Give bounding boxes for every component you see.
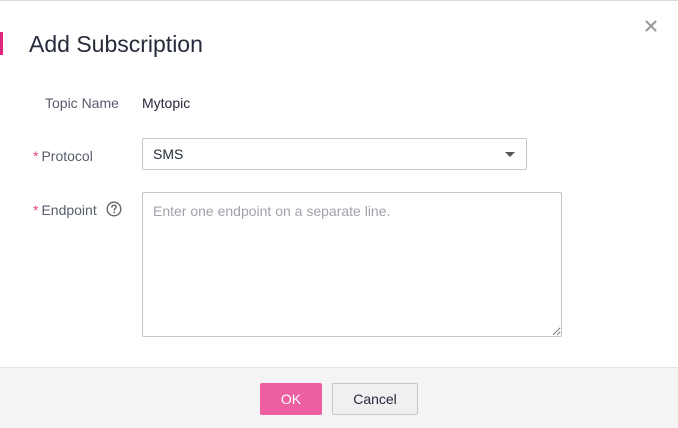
endpoint-textarea[interactable] [142,192,562,337]
cancel-button[interactable]: Cancel [332,383,418,415]
endpoint-textarea-wrapper [142,192,562,337]
endpoint-label-row: * Endpoint [33,201,97,219]
topic-name-value: Mytopic [142,95,191,111]
protocol-selected-value: SMS [153,146,184,162]
dialog-footer: OK Cancel [0,367,678,428]
dialog-title: Add Subscription [29,31,203,57]
required-asterisk: * [33,148,39,164]
add-subscription-dialog: Add Subscription Topic Name Mytopic * Pro… [0,0,678,428]
question-circle-icon[interactable] [106,201,122,217]
title-accent-bar [0,32,3,55]
protocol-label: Protocol [41,148,93,164]
close-icon[interactable] [643,18,659,34]
required-asterisk: * [33,202,39,218]
chevron-down-icon [505,152,515,157]
topic-name-label: Topic Name [45,95,119,111]
protocol-label-row: * Protocol [33,147,93,165]
endpoint-label: Endpoint [41,202,97,218]
protocol-select[interactable]: SMS [142,138,527,170]
ok-button[interactable]: OK [260,383,322,415]
